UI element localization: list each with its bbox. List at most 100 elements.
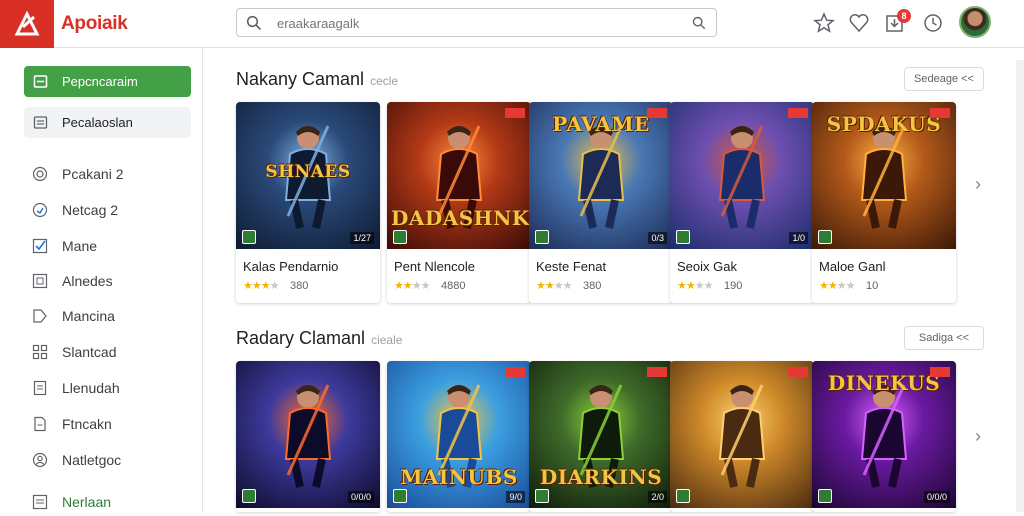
star-icon: ★ [411, 280, 422, 292]
game-title[interactable]: Pent Nlencole [394, 259, 475, 274]
game-title[interactable]: Keste Fenat [536, 259, 606, 274]
game-art-title: MAINUBS [400, 465, 518, 489]
sidebar-secondary-label: Pecalaoslan [62, 115, 133, 130]
game-thumbnail[interactable]: DIARKINS 2/0 [529, 361, 673, 508]
see-more-button[interactable]: Sedeage << [904, 67, 984, 91]
section-title-text: Radary Clamanl [236, 328, 366, 348]
game-card[interactable]: MAINUBS 9/0 [387, 361, 531, 512]
game-thumbnail[interactable]: SPDAKUS [812, 102, 956, 249]
check-square-icon [32, 238, 48, 254]
new-tag-icon [647, 108, 667, 118]
new-tag-icon [788, 367, 808, 377]
sidebar-item[interactable]: Llenudah [24, 376, 194, 402]
sidebar-item-label: Mane [62, 238, 98, 254]
verified-icon [393, 489, 407, 503]
sidebar-item[interactable]: Ftncakn [24, 412, 194, 438]
sidebar-item-label: Natletgoc [62, 452, 122, 468]
sidebar: Pepcncaraim Pecalaoslan Pcakani 2 Netcag… [0, 48, 203, 512]
sidebar-item[interactable]: Natletgoc [24, 448, 194, 474]
game-thumbnail[interactable]: MAINUBS 9/0 [387, 361, 531, 508]
grid-icon [32, 344, 48, 360]
verified-icon [393, 230, 407, 244]
app-logo[interactable] [0, 0, 54, 48]
logo-icon [14, 11, 40, 36]
sidebar-primary-label: Pepcncaraim [62, 74, 138, 89]
game-thumbnail[interactable]: SHNAES 1/27 [236, 102, 380, 249]
clock-icon[interactable] [922, 12, 944, 34]
game-thumbnail[interactable]: 0/0/0 [236, 361, 380, 508]
star-icon: ★ [544, 280, 555, 292]
game-card[interactable] [670, 361, 814, 512]
shield-icon [32, 202, 48, 218]
tag-icon [33, 309, 47, 323]
game-thumbnail[interactable]: PAVAME 0/3 [529, 102, 673, 249]
next-arrow-icon[interactable]: › [975, 174, 981, 195]
search-icon[interactable] [246, 15, 262, 31]
sidebar-item[interactable]: Nerlaan [24, 490, 194, 516]
scrollbar[interactable] [1016, 60, 1024, 512]
sidebar-item-label: Ftncakn [62, 416, 112, 432]
verified-icon [535, 230, 549, 244]
list-icon [32, 494, 48, 510]
game-thumbnail[interactable]: DINEKUS 0/0/0 [812, 361, 956, 508]
verified-icon [818, 230, 832, 244]
star-icon: ★ [819, 280, 829, 292]
game-title[interactable]: Maloe Ganl [819, 259, 885, 274]
character-art [718, 125, 766, 229]
game-title[interactable]: Seoix Gak [677, 259, 737, 274]
section-subtitle: cieale [371, 333, 403, 347]
game-card[interactable]: DIARKINS 2/0 [529, 361, 673, 512]
game-thumbnail[interactable]: DADASHNK [387, 102, 531, 249]
sidebar-primary-button[interactable]: Pepcncaraim [24, 66, 191, 97]
sidebar-item-label: Nerlaan [62, 494, 112, 510]
game-title[interactable]: Kalas Pendarnio [243, 259, 338, 274]
app-name[interactable]: Apoiaik [61, 13, 128, 35]
see-more-button[interactable]: Sadiga << [904, 326, 984, 350]
new-tag-icon [647, 367, 667, 377]
star-icon[interactable] [813, 12, 835, 34]
game-card[interactable]: DINEKUS 0/0/0 [812, 361, 956, 512]
rating-count: 4880 [441, 280, 466, 292]
search-input[interactable] [277, 14, 657, 32]
sidebar-secondary-button[interactable]: Pecalaoslan [24, 107, 191, 138]
heart-icon[interactable] [848, 12, 870, 34]
new-tag-icon [930, 108, 950, 118]
sidebar-item[interactable]: Mane [24, 234, 194, 260]
star-icon: ★ [251, 280, 262, 292]
verified-icon [242, 489, 256, 503]
next-arrow-icon[interactable]: › [975, 426, 981, 447]
game-card[interactable]: 0/0/0 [236, 361, 380, 512]
game-card[interactable]: SPDAKUS Maloe Ganl ★★★★ 10 [812, 102, 956, 303]
search-submit-icon[interactable] [692, 16, 706, 30]
rating-count: 190 [724, 280, 743, 292]
game-thumbnail[interactable] [670, 361, 814, 508]
star-rating-icon: ★★★★ [394, 279, 430, 292]
game-card[interactable]: PAVAME 0/3 Keste Fenat ★★★★ 380 [529, 102, 673, 303]
sidebar-item[interactable]: Slantcad [24, 340, 194, 366]
download-info: 2/0 [648, 491, 667, 503]
sidebar-item-label: Alnedes [62, 273, 113, 289]
square-icon [32, 273, 48, 289]
game-card[interactable]: 1/0 Seoix Gak ★★★★ 190 [670, 102, 814, 303]
sidebar-item[interactable]: Mancina [24, 304, 194, 330]
verified-icon [676, 230, 690, 244]
star-icon: ★ [827, 280, 838, 292]
verified-icon [676, 489, 690, 503]
game-card[interactable]: DADASHNK Pent Nlencole ★★★★ 4880 [387, 102, 531, 303]
game-card[interactable]: SHNAES 1/27 Kalas Pendarnio ★★★★ 380 [236, 102, 380, 303]
star-icon: ★ [562, 280, 573, 292]
sidebar-item[interactable]: Alnedes [24, 269, 194, 295]
section-title: Nakany Camanl cecle [236, 69, 398, 90]
sidebar-item[interactable]: Pcakani 2 [24, 162, 194, 188]
verified-icon [535, 489, 549, 503]
sidebar-item-label: Mancina [62, 308, 115, 324]
user-avatar[interactable] [959, 6, 991, 38]
rating-count: 10 [866, 280, 879, 292]
verified-icon [242, 230, 256, 244]
search-bar[interactable] [236, 8, 717, 37]
sidebar-item[interactable]: Netcag 2 [24, 198, 194, 224]
new-tag-icon [505, 108, 525, 118]
star-rating-icon: ★★★★ [819, 279, 855, 292]
game-thumbnail[interactable]: 1/0 [670, 102, 814, 249]
new-tag-icon [930, 367, 950, 377]
